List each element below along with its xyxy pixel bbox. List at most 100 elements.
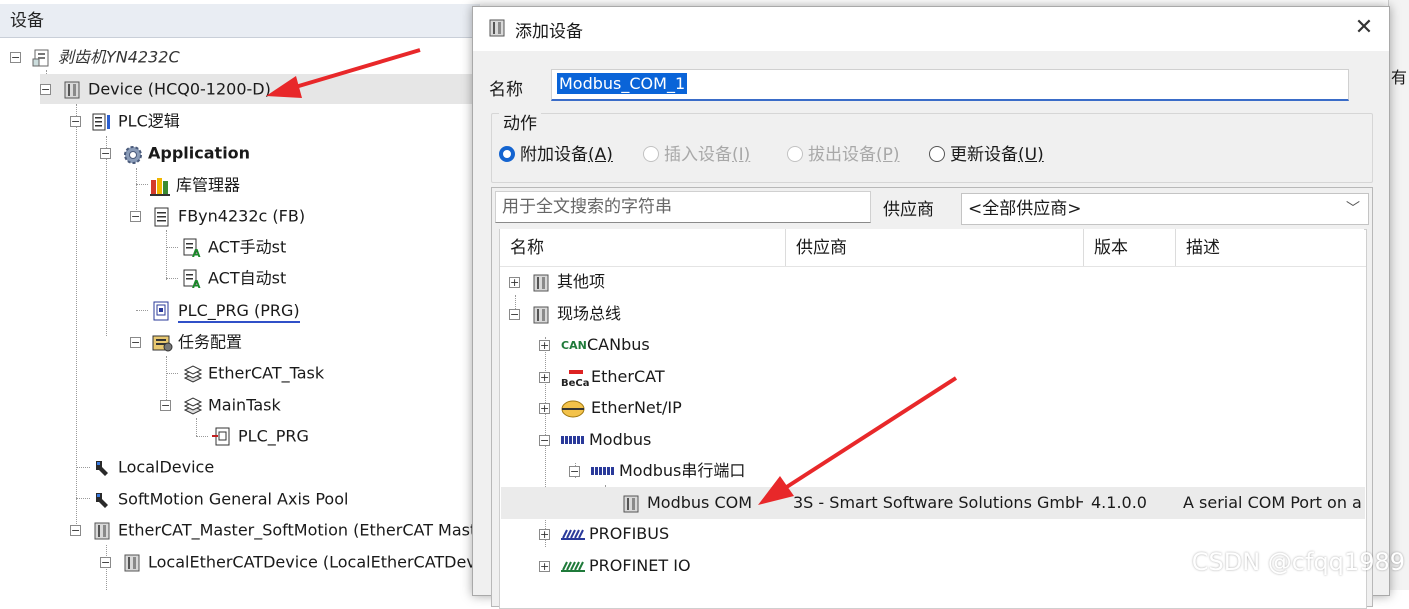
svg-text:BeCat: BeCat <box>561 378 589 388</box>
action-icon: A <box>182 269 202 291</box>
device-item-label: EtherCAT <box>591 367 665 386</box>
tree-item-ethercat-task[interactable]: EtherCAT_Task <box>182 358 324 388</box>
device-icon <box>621 494 641 514</box>
tree-item-axis-pool[interactable]: SoftMotion General Axis Pool <box>92 484 348 514</box>
tree-item-label: PLC逻辑 <box>118 111 180 131</box>
tree-item-label: 任务配置 <box>178 332 243 352</box>
column-header-version[interactable]: 版本 <box>1084 229 1176 267</box>
tree-item-label: EtherCAT_Master_SoftMotion (EtherCAT Mas… <box>118 520 493 540</box>
device-item-label: PROFINET IO <box>589 556 691 575</box>
collapse-toggle[interactable]: − <box>130 337 141 348</box>
profibus-icon <box>561 520 589 550</box>
tree-item-label: PLC_PRG <box>238 426 309 446</box>
name-field[interactable]: Modbus_COM_1 <box>551 69 1349 101</box>
column-header-name[interactable]: 名称 <box>500 229 786 267</box>
expand-toggle[interactable]: + <box>509 277 520 288</box>
svg-text:A: A <box>192 247 201 258</box>
expand-toggle[interactable]: + <box>539 529 550 540</box>
dialog-title: 添加设备 <box>515 22 583 42</box>
svg-text:A: A <box>192 278 201 289</box>
task-icon <box>182 364 203 384</box>
collapse-toggle[interactable]: − <box>100 557 111 568</box>
expand-toggle[interactable]: + <box>539 372 550 383</box>
expand-toggle[interactable]: + <box>539 340 550 351</box>
program-icon <box>152 301 172 321</box>
profinet-icon <box>561 552 589 582</box>
collapse-toggle[interactable]: − <box>130 211 141 222</box>
collapse-toggle[interactable]: − <box>10 52 21 63</box>
device-tree-panel: 设备 − 剥齿机YN4232C − Device (HCQ0-1200-D) − <box>0 0 505 590</box>
tree-item-label: FByn4232c (FB) <box>178 206 306 226</box>
action-icon: A <box>182 238 202 260</box>
tree-item-label: Device (HCQ0-1200-D) <box>88 79 271 99</box>
tree-item-plc-prg-call[interactable]: PLC_PRG <box>212 421 309 451</box>
radio-plug-device[interactable]: 拔出设备(P) <box>787 143 900 167</box>
task-icon <box>182 396 203 416</box>
device-item-label: Modbus串行端口 <box>619 461 746 480</box>
radio-append-device[interactable]: 附加设备(A) <box>499 143 613 167</box>
dialog-titlebar[interactable]: 添加设备 ✕ <box>473 7 1389 51</box>
collapse-toggle[interactable]: − <box>160 400 171 411</box>
task-config-icon <box>152 333 173 353</box>
panel-title: 设备 <box>0 4 480 38</box>
tree-item-label: LocalDevice <box>118 457 215 477</box>
device-item-label: Modbus <box>589 430 652 449</box>
vendor-label: 供应商 <box>883 200 934 220</box>
vendor-select[interactable]: <全部供应商> ﹀ <box>961 193 1369 225</box>
expand-toggle[interactable]: + <box>539 561 550 572</box>
gear-icon <box>122 144 142 164</box>
can-icon: CAN <box>561 338 587 352</box>
tree-item-label: PLC_PRG (PRG) <box>178 300 300 323</box>
device-icon <box>122 553 142 573</box>
tree-item-label: Application <box>148 143 251 163</box>
tree-item-label: 剥齿机YN4232C <box>58 47 180 67</box>
chevron-down-icon: ﹀ <box>1346 201 1360 217</box>
tree-item-action-manual[interactable]: A ACT手动st <box>182 232 286 262</box>
background-panel-edge: 有 <box>1388 0 1409 590</box>
tree-item-label: MainTask <box>208 395 281 415</box>
collapse-toggle[interactable]: − <box>509 309 520 320</box>
collapse-toggle[interactable]: − <box>40 84 51 95</box>
tree-item-library-manager[interactable]: 库管理器 <box>150 170 240 200</box>
collapse-toggle[interactable]: − <box>70 116 81 127</box>
expand-toggle[interactable]: + <box>539 403 550 414</box>
tree-item-plc-prg[interactable]: PLC_PRG (PRG) <box>152 295 300 325</box>
collapse-toggle[interactable]: − <box>539 435 550 446</box>
vendor-select-value: <全部供应商> <box>968 199 1082 219</box>
document-icon <box>152 207 172 227</box>
plc-logic-icon <box>92 112 112 132</box>
device-item-modbus-com[interactable]: Modbus COM <box>621 488 752 518</box>
selected-row-description: A serial COM Port on a W <box>1183 493 1365 512</box>
device-item-label: PROFIBUS <box>589 524 670 543</box>
action-legend: 动作 <box>499 109 541 134</box>
tree-item-device[interactable]: − Device (HCQ0-1200-D) <box>40 74 480 104</box>
name-label: 名称 <box>489 80 523 100</box>
modbus-icon <box>591 457 619 487</box>
project-icon <box>32 48 52 68</box>
collapse-toggle[interactable]: − <box>70 525 81 536</box>
collapse-toggle[interactable]: − <box>100 148 111 159</box>
selected-row-version: 4.1.0.0 <box>1091 493 1147 512</box>
plc-device-icon <box>62 80 82 100</box>
column-header-vendor[interactable]: 供应商 <box>786 229 1084 267</box>
device-item-label: EtherNet/IP <box>591 398 682 417</box>
search-input[interactable]: 用于全文搜索的字符串 <box>495 191 871 223</box>
ethernetip-icon <box>561 399 585 419</box>
close-icon[interactable]: ✕ <box>1351 15 1377 41</box>
radio-update-device[interactable]: 更新设备(U) <box>929 143 1044 167</box>
device-icon <box>92 521 112 541</box>
collapse-toggle[interactable]: − <box>569 466 580 477</box>
device-item-label: 现场总线 <box>557 304 622 323</box>
radio-insert-device[interactable]: 插入设备(I) <box>643 143 750 167</box>
column-header-description[interactable]: 描述 <box>1176 229 1364 267</box>
add-device-dialog: 添加设备 ✕ 名称 Modbus_COM_1 动作 附加设备(A) 插入设备(I… <box>472 6 1390 609</box>
tree-item-action-auto[interactable]: A ACT自动st <box>182 263 286 293</box>
device-item-label: 其他项 <box>557 272 606 291</box>
device-item-label: Modbus COM <box>647 493 753 512</box>
device-icon <box>531 305 551 325</box>
right-strip-text: 有 <box>1391 68 1408 87</box>
tree-item-label: ACT自动st <box>208 268 287 288</box>
tree-item-label: ACT手动st <box>208 237 287 257</box>
device-item-label: CANbus <box>587 335 650 354</box>
tree-item-local-device[interactable]: LocalDevice <box>92 452 214 482</box>
